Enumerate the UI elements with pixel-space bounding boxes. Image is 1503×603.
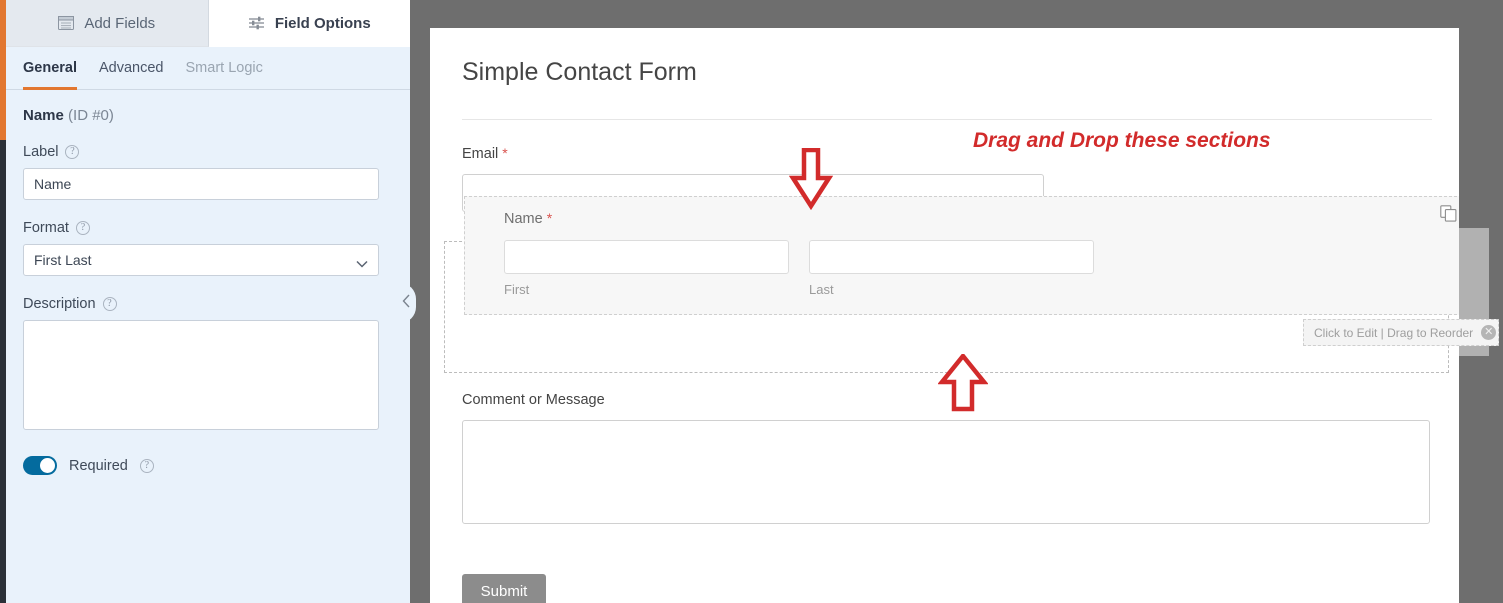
name-field-label: Name * [504, 210, 552, 227]
duplicate-icon[interactable] [1440, 205, 1457, 222]
panel-tabbar: Add Fields Field Options [6, 0, 410, 47]
name-label-text: Name [504, 211, 543, 227]
arrow-up-icon [937, 352, 989, 417]
format-select-wrap: SimpleFirst LastFirst Middle Last [23, 244, 379, 276]
title-divider [462, 119, 1432, 120]
subtab-smart-logic[interactable]: Smart Logic [186, 47, 263, 90]
chevron-left-icon [402, 294, 411, 313]
email-label-text: Email [462, 146, 499, 162]
help-icon[interactable]: ? [65, 145, 80, 159]
required-row: Required ? [23, 456, 393, 475]
subtab-advanced-label: Advanced [99, 60, 164, 76]
label-field-label: Label [23, 144, 59, 160]
close-icon[interactable]: ✕ [1481, 325, 1497, 340]
description-field-header: Description ? [23, 296, 393, 312]
panel-subtabs: General Advanced Smart Logic [6, 47, 410, 90]
format-field-header: Format ? [23, 220, 393, 236]
drag-drop-callout: Drag and Drop these sections [973, 129, 1271, 152]
description-textarea[interactable] [23, 320, 379, 430]
field-options-panel: Add Fields Field Options General Advance… [0, 0, 410, 603]
submit-button[interactable]: Submit [462, 574, 546, 603]
subtab-general-label: General [23, 60, 77, 76]
name-field-dragging[interactable]: Name * First Last [464, 196, 1497, 315]
email-field-label: Email * [462, 145, 1044, 162]
required-asterisk: * [546, 210, 553, 226]
form-card: Simple Contact Form Email * Comment or M… [430, 28, 1463, 603]
name-first-input[interactable] [504, 240, 789, 274]
name-first-sublabel: First [504, 282, 530, 297]
name-last-input[interactable] [809, 240, 1094, 274]
format-field-label: Format [23, 220, 69, 236]
subtab-general[interactable]: General [23, 47, 77, 90]
tab-field-options-label: Field Options [274, 14, 371, 32]
help-icon[interactable]: ? [75, 221, 90, 235]
sliders-icon [248, 16, 265, 30]
tab-field-options[interactable]: Field Options [208, 0, 410, 47]
form-preview-area: Simple Contact Form Email * Comment or M… [410, 0, 1503, 603]
required-asterisk: * [502, 145, 508, 161]
field-heading: Name (ID #0) [23, 107, 393, 124]
edit-reorder-tooltip-text: Click to Edit | Drag to Reorder [1314, 325, 1474, 340]
help-icon[interactable]: ? [139, 458, 154, 473]
subtab-advanced[interactable]: Advanced [99, 47, 164, 90]
required-toggle[interactable] [23, 456, 57, 475]
name-first-column: First [504, 240, 789, 297]
subtab-smart-logic-label: Smart Logic [185, 60, 263, 76]
name-last-sublabel: Last [809, 282, 834, 297]
field-heading-id: (ID #0) [68, 107, 114, 124]
required-label: Required [69, 457, 128, 474]
comment-textarea[interactable] [462, 420, 1430, 524]
format-select[interactable]: SimpleFirst LastFirst Middle Last [23, 244, 379, 276]
toggle-knob [40, 458, 55, 473]
field-options-body: Name (ID #0) Label ? Format ? SimpleFirs… [6, 90, 410, 475]
arrow-down-icon [788, 147, 834, 215]
tab-add-fields-label: Add Fields [84, 14, 156, 32]
edit-reorder-tooltip[interactable]: Click to Edit | Drag to Reorder ✕ [1303, 319, 1499, 346]
label-input[interactable] [23, 168, 379, 200]
list-icon [58, 16, 75, 30]
form-title: Simple Contact Form [462, 58, 697, 86]
field-heading-name: Name [23, 107, 64, 124]
help-icon[interactable]: ? [102, 297, 117, 311]
label-field-header: Label ? [23, 144, 393, 160]
tab-add-fields[interactable]: Add Fields [6, 0, 209, 47]
form-builder-screen: Add Fields Field Options General Advance… [0, 0, 1503, 603]
name-last-column: Last [809, 240, 1094, 297]
description-field-label: Description [23, 296, 96, 312]
